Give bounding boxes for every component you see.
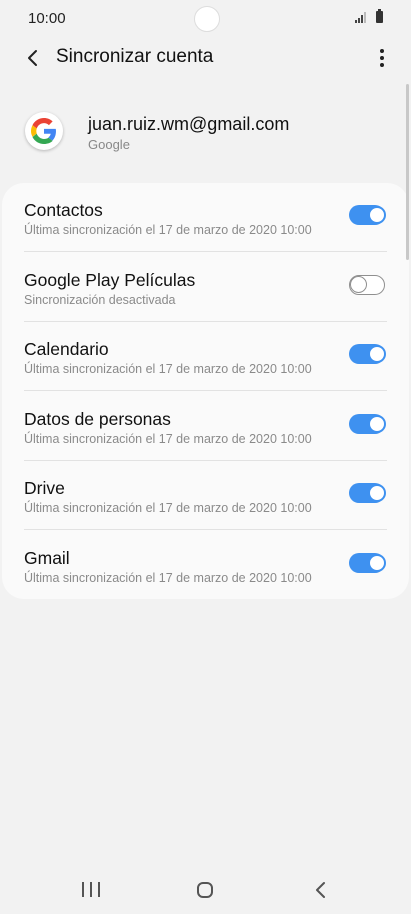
sync-item[interactable]: Gmail Última sincronización el 17 de marz… xyxy=(2,531,409,600)
google-g-svg xyxy=(31,118,56,144)
sync-toggle[interactable] xyxy=(349,483,386,503)
sync-item-label: Contactos xyxy=(24,200,103,220)
account-email: juan.ruiz.wm@gmail.com xyxy=(88,114,290,134)
sync-item-label: Gmail xyxy=(24,547,70,568)
sync-item[interactable]: Google Play Películas Sincronización desa… xyxy=(2,253,409,322)
sync-item-status: Última sincronización el 17 de marzo de … xyxy=(24,223,312,237)
back-button[interactable] xyxy=(18,44,46,72)
account-header: juan.ruiz.wm@gmail.com Google xyxy=(0,100,411,170)
account-type: Google xyxy=(88,137,130,152)
sync-item-status: Última sincronización el 17 de marzo de … xyxy=(24,570,312,585)
navigation-bar xyxy=(0,866,411,914)
signal-icon xyxy=(355,12,366,23)
sync-item-label: Calendario xyxy=(24,339,109,359)
sync-item-status: Última sincronización el 17 de marzo de … xyxy=(24,501,312,515)
sync-item[interactable]: Datos de personas Última sincronización e… xyxy=(2,392,409,461)
status-bar: 10:00 xyxy=(0,0,411,36)
screen: 10:00 Sincronizar cuenta juan.ruiz.wm@gm… xyxy=(0,0,411,914)
toggle-knob xyxy=(368,484,386,502)
sync-item-label: Drive xyxy=(24,478,65,498)
sync-toggle[interactable] xyxy=(349,274,385,295)
recent-apps-icon-bar xyxy=(90,882,92,897)
home-button[interactable] xyxy=(197,882,213,898)
toggle-knob xyxy=(350,275,367,293)
scrollbar[interactable] xyxy=(406,84,409,260)
sync-item[interactable]: Drive Última sincronización el 17 de marz… xyxy=(2,461,409,530)
more-vertical-icon xyxy=(380,49,384,53)
nav-back-button[interactable] xyxy=(312,880,330,900)
sync-list: Contactos Última sincronización el 17 de … xyxy=(2,183,409,599)
top-bar: Sincronizar cuenta xyxy=(0,36,411,80)
sync-toggle[interactable] xyxy=(349,205,386,225)
recent-apps-button[interactable] xyxy=(82,882,100,898)
sync-item[interactable]: Calendario Última sincronización el 17 de… xyxy=(2,322,409,391)
toggle-knob xyxy=(368,553,386,572)
sync-toggle[interactable] xyxy=(349,552,386,573)
google-logo-icon xyxy=(25,112,63,150)
more-vertical-icon-dot xyxy=(380,63,384,67)
sync-toggle[interactable] xyxy=(349,413,386,434)
recent-apps-icon xyxy=(82,882,84,897)
toggle-knob xyxy=(368,206,386,224)
status-time: 10:00 xyxy=(28,10,66,27)
toggle-knob xyxy=(368,414,386,433)
sync-item-label: Datos de personas xyxy=(24,408,171,429)
sync-item-label: Google Play Películas xyxy=(24,269,196,290)
sync-item-status: Última sincronización el 17 de marzo de … xyxy=(24,362,312,376)
recent-apps-icon-bar xyxy=(98,882,100,897)
camera-cutout xyxy=(194,6,220,32)
sync-item[interactable]: Contactos Última sincronización el 17 de … xyxy=(2,183,409,252)
more-vertical-icon-dot xyxy=(380,56,384,60)
chevron-left-icon xyxy=(28,50,37,66)
page-title: Sincronizar cuenta xyxy=(56,46,214,67)
sync-item-status: Sincronización desactivada xyxy=(24,292,176,307)
toggle-knob xyxy=(368,345,386,363)
sync-item-status: Última sincronización el 17 de marzo de … xyxy=(24,431,312,446)
sync-toggle[interactable] xyxy=(349,344,386,364)
more-options-button[interactable] xyxy=(373,44,391,72)
battery-icon xyxy=(376,9,383,23)
